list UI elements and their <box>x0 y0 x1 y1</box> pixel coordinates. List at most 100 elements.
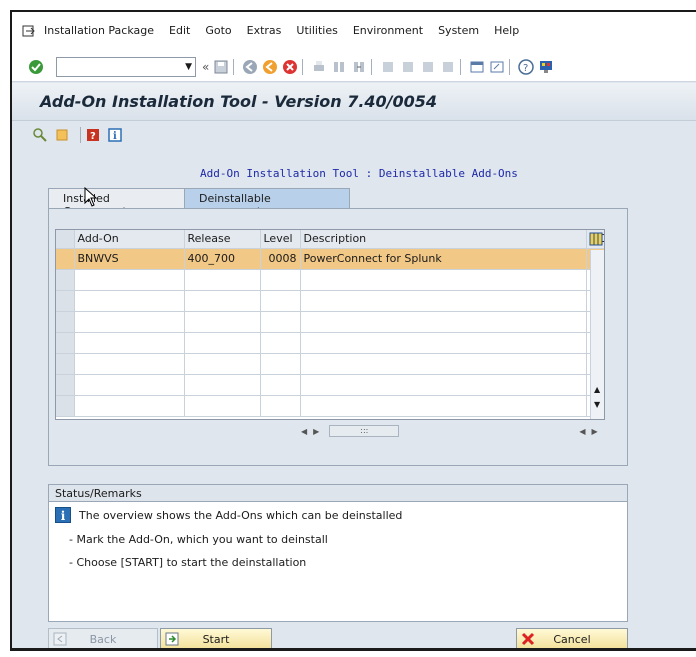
empty-cell <box>184 290 261 312</box>
info-icon[interactable]: i <box>107 127 123 143</box>
report-icon[interactable]: ? <box>85 127 101 143</box>
scroll-left-icon[interactable]: ◀ <box>579 427 585 436</box>
empty-cell <box>74 374 185 396</box>
start-label: Start <box>202 632 230 646</box>
empty-cell <box>74 395 185 417</box>
cell-addon[interactable]: BNWVS <box>74 248 185 270</box>
start-button[interactable]: Start <box>160 628 272 648</box>
table-row[interactable] <box>56 353 604 375</box>
scroll-thumb[interactable]: ::: <box>329 425 400 437</box>
back-label: Back <box>89 632 117 646</box>
empty-cell <box>260 374 301 396</box>
exit-icon[interactable] <box>262 59 278 75</box>
customize-icon[interactable] <box>538 59 554 75</box>
empty-cell <box>300 290 587 312</box>
shortcut-icon[interactable] <box>489 59 505 75</box>
cell-description[interactable]: PowerConnect for Splunk <box>300 248 587 270</box>
empty-cell <box>74 353 185 375</box>
menu-icon[interactable] <box>22 25 36 37</box>
row-selector[interactable] <box>56 311 75 333</box>
row-selector[interactable] <box>56 395 75 417</box>
cancel-label: Cancel <box>553 632 591 646</box>
info-icon: i <box>55 507 71 523</box>
find-icon[interactable] <box>331 59 347 75</box>
row-selector[interactable] <box>56 353 75 375</box>
cancel-icon[interactable] <box>282 59 298 75</box>
tab-deinstallable-components[interactable]: Deinstallable components <box>184 188 350 218</box>
empty-cell <box>300 269 587 291</box>
separator <box>371 58 373 75</box>
column-header-addon[interactable]: Add-On <box>74 230 185 249</box>
empty-cell <box>260 311 301 333</box>
collapse-icon[interactable]: « <box>202 60 209 74</box>
menu-installation-package[interactable]: Installation Package <box>44 24 154 37</box>
print-icon[interactable] <box>311 59 327 75</box>
table-row[interactable] <box>56 311 604 333</box>
back-nav-icon[interactable] <box>242 59 258 75</box>
new-session-icon[interactable] <box>469 59 485 75</box>
menu-goto[interactable]: Goto <box>205 24 231 37</box>
empty-cell <box>184 311 261 333</box>
command-field[interactable]: ▼ <box>56 56 196 77</box>
cell-release[interactable]: 400_700 <box>184 248 261 270</box>
scroll-up-icon[interactable]: ▲ <box>594 385 600 394</box>
scroll-left-icon[interactable]: ◀ <box>301 427 307 436</box>
save-icon[interactable] <box>213 59 229 75</box>
vertical-scrollbar[interactable]: ▲ ▼ <box>590 250 604 419</box>
scroll-right-icon[interactable]: ▶ <box>313 427 319 436</box>
row-selector[interactable] <box>56 374 75 396</box>
menu-extras[interactable]: Extras <box>247 24 282 37</box>
row-selector[interactable] <box>56 290 75 312</box>
empty-cell <box>184 395 261 417</box>
column-header-description[interactable]: Description <box>300 230 587 249</box>
menu-environment[interactable]: Environment <box>353 24 423 37</box>
tools-icon[interactable] <box>54 127 70 143</box>
standard-toolbar: ▼ « ? <box>12 52 696 82</box>
menu-edit[interactable]: Edit <box>169 24 190 37</box>
separator <box>302 58 304 75</box>
column-header-level[interactable]: Level <box>260 230 301 249</box>
row-selector[interactable] <box>56 332 75 354</box>
tab-installed-components[interactable]: Installed Components <box>48 188 186 218</box>
back-button[interactable]: Back <box>48 628 158 648</box>
addon-table: Add-On Release Level Description OC BNWV… <box>55 229 605 420</box>
find-next-icon[interactable] <box>351 59 367 75</box>
row-selector[interactable] <box>56 248 75 270</box>
check-icon[interactable] <box>28 59 44 75</box>
horizontal-scrollbar[interactable]: ◀ ▶ ::: ◀ ▶ <box>301 425 598 437</box>
help-icon[interactable]: ? <box>518 58 535 75</box>
table-row[interactable]: BNWVS 400_700 0008 PowerConnect for Splu… <box>56 248 604 270</box>
empty-cell <box>184 353 261 375</box>
empty-cell <box>184 269 261 291</box>
empty-cell <box>260 290 301 312</box>
empty-cell <box>260 332 301 354</box>
separator <box>233 58 235 75</box>
prev-page-icon[interactable] <box>400 59 416 75</box>
menu-help[interactable]: Help <box>494 24 519 37</box>
column-header-release[interactable]: Release <box>184 230 261 249</box>
scroll-down-icon[interactable]: ▼ <box>594 400 600 409</box>
next-page-icon[interactable] <box>420 59 436 75</box>
empty-cell <box>74 332 185 354</box>
table-row[interactable] <box>56 374 604 396</box>
select-all-cell[interactable] <box>56 230 75 249</box>
tab-panel: Add-On Release Level Description OC BNWV… <box>48 208 628 466</box>
cancel-button[interactable]: Cancel <box>516 628 628 648</box>
empty-cell <box>300 374 587 396</box>
search-icon[interactable] <box>32 127 48 143</box>
row-selector[interactable] <box>56 269 75 291</box>
cell-level[interactable]: 0008 <box>260 248 301 270</box>
first-page-icon[interactable] <box>380 59 396 75</box>
empty-cell <box>260 395 301 417</box>
table-row[interactable] <box>56 269 604 291</box>
menu-system[interactable]: System <box>438 24 479 37</box>
table-row[interactable] <box>56 332 604 354</box>
scroll-right-icon[interactable]: ▶ <box>591 427 597 436</box>
column-settings-icon[interactable] <box>589 232 603 246</box>
separator <box>460 58 462 75</box>
table-row[interactable] <box>56 395 604 417</box>
last-page-icon[interactable] <box>440 59 456 75</box>
table-row[interactable] <box>56 290 604 312</box>
menu-utilities[interactable]: Utilities <box>296 24 337 37</box>
chevron-down-icon[interactable]: ▼ <box>185 62 192 72</box>
